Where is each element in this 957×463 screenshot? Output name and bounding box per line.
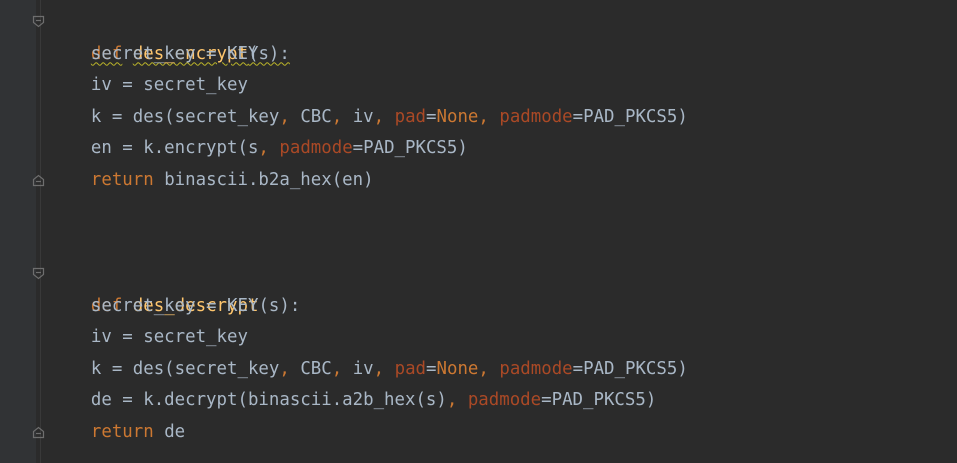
code-line[interactable]: secret_key = KEY — [49, 39, 259, 71]
code-text: CBC — [300, 358, 332, 379]
code-text: =PAD_PKCS5) — [572, 106, 688, 127]
code-text: secret_key = KEY — [90, 43, 259, 64]
code-text: binascii.b2a_hex(en) — [153, 169, 374, 190]
named-param: pad — [394, 106, 427, 127]
code-text: en = k.encrypt(s — [90, 138, 259, 158]
code-text: k = des(secret_key — [90, 106, 280, 127]
comma: , — [258, 138, 280, 158]
code-line[interactable]: secret_key = KEY — [49, 291, 259, 323]
code-text: iv = secret_key — [90, 75, 248, 95]
code-line[interactable]: k = des(secret_key, CBC, iv, pad=None, p… — [49, 354, 688, 386]
comma: , — [331, 358, 353, 379]
code-text: iv = secret_key — [90, 327, 248, 347]
named-param: padmode — [279, 138, 353, 158]
comma: , — [279, 106, 301, 127]
comma: , — [279, 358, 301, 379]
code-text: =PAD_PKCS5) — [352, 138, 468, 158]
keyword-return: return — [90, 421, 154, 442]
code-line[interactable]: return de — [49, 417, 185, 449]
comma: , — [331, 106, 353, 127]
code-text: k = des(secret_key — [90, 358, 280, 379]
code-text: CBC — [300, 106, 332, 127]
editor-gutter[interactable] — [0, 0, 36, 463]
code-text: secret_key = KEY — [90, 295, 259, 316]
code-text: = — [426, 358, 437, 379]
keyword-none: None — [436, 106, 479, 127]
code-line[interactable]: def des_encrypt(s): — [49, 7, 290, 64]
code-line[interactable]: return binascii.b2a_hex(en) — [49, 165, 374, 197]
comma: , — [446, 390, 468, 410]
comma: , — [373, 106, 395, 127]
fold-open-icon[interactable] — [32, 15, 45, 28]
fold-open-icon[interactable] — [32, 267, 45, 280]
code-text: de — [153, 421, 186, 442]
fold-close-icon[interactable] — [32, 426, 45, 439]
indent-guide — [40, 0, 41, 463]
signature: (s): — [258, 295, 301, 316]
named-param: padmode — [467, 390, 542, 410]
fold-close-icon[interactable] — [32, 174, 45, 187]
keyword-return: return — [90, 169, 154, 190]
code-text: iv — [352, 358, 374, 379]
named-param: padmode — [499, 106, 573, 127]
code-line[interactable]: def des_descrypt(s): — [49, 259, 300, 316]
code-line[interactable]: en = k.encrypt(s, padmode=PAD_PKCS5) — [49, 133, 468, 165]
code-text: =PAD_PKCS5) — [572, 358, 688, 379]
code-text: = — [426, 106, 437, 127]
code-text: de = k.decrypt(binascii.a2b_hex(s) — [90, 390, 447, 410]
named-param: pad — [394, 358, 427, 379]
code-line[interactable]: iv = secret_key — [49, 322, 248, 354]
code-line[interactable]: iv = secret_key — [49, 70, 248, 102]
comma: , — [373, 358, 395, 379]
code-line[interactable]: k = des(secret_key, CBC, iv, pad=None, p… — [49, 102, 688, 134]
comma: , — [478, 106, 500, 127]
keyword-none: None — [436, 358, 479, 379]
comma: , — [478, 358, 500, 379]
code-text: iv — [352, 106, 374, 127]
code-text: =PAD_PKCS5) — [541, 390, 657, 410]
named-param: padmode — [499, 358, 573, 379]
code-editor[interactable]: def des_encrypt(s): secret_key = KEY iv … — [0, 0, 957, 463]
code-line[interactable]: de = k.decrypt(binascii.a2b_hex(s), padm… — [49, 385, 656, 417]
